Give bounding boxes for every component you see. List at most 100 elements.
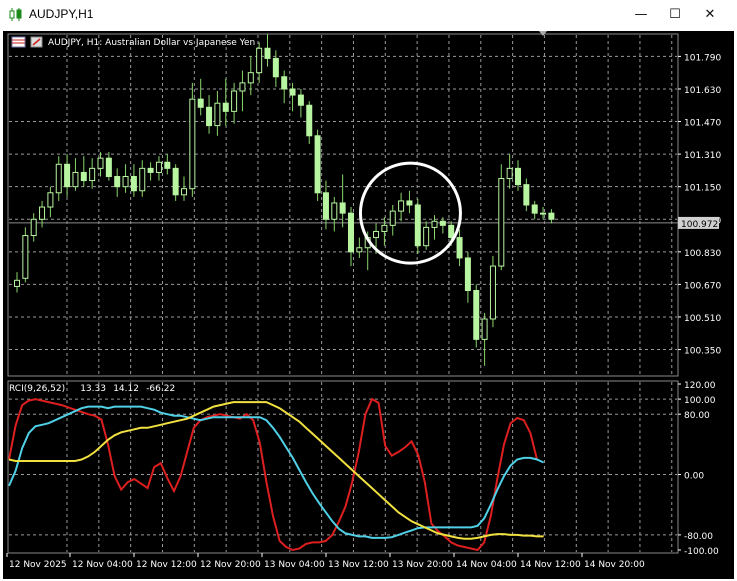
candle bbox=[189, 98, 196, 190]
candle bbox=[155, 161, 162, 173]
time-axis-label: 12 Nov 20:00 bbox=[200, 560, 261, 570]
price-axis-label: 100.510 bbox=[684, 314, 721, 324]
minimize-icon: — bbox=[634, 7, 648, 22]
candle bbox=[456, 237, 463, 259]
candle bbox=[431, 220, 438, 228]
annotation-circle bbox=[358, 161, 462, 265]
candle bbox=[64, 163, 71, 188]
time-axis-label: 12 Nov 04:00 bbox=[72, 560, 133, 570]
candle bbox=[498, 178, 505, 267]
candle bbox=[331, 202, 338, 220]
time-axis-label: 14 Nov 04:00 bbox=[456, 560, 517, 570]
candle bbox=[506, 167, 513, 180]
candle bbox=[489, 265, 496, 320]
candle bbox=[356, 247, 363, 253]
rci-long-line bbox=[8, 401, 544, 540]
close-button[interactable]: ✕ bbox=[697, 5, 723, 25]
current-price-label: 100.972 bbox=[681, 220, 718, 230]
candle bbox=[55, 163, 62, 194]
chart-area[interactable]: 101.790 101.630 101.470 101.310 101.150 100.9… bbox=[3, 31, 734, 579]
candle bbox=[306, 104, 313, 137]
candle bbox=[164, 161, 171, 169]
maximize-button[interactable]: ☐ bbox=[662, 5, 688, 25]
candle bbox=[314, 135, 321, 194]
price-axis-label: 100.350 bbox=[684, 347, 721, 357]
candle bbox=[289, 88, 296, 96]
candle bbox=[22, 235, 29, 279]
time-axis-label: 13 Nov 20:00 bbox=[392, 560, 453, 570]
candle bbox=[389, 210, 396, 226]
candle bbox=[80, 171, 87, 182]
candle bbox=[339, 202, 346, 214]
candle bbox=[348, 212, 354, 253]
price-axis-label: 101.150 bbox=[684, 184, 721, 194]
rci-header-value: -66.22 bbox=[146, 384, 175, 394]
candle bbox=[130, 176, 137, 192]
symbol-flag-icon bbox=[11, 36, 26, 48]
candle bbox=[206, 106, 213, 127]
candle bbox=[231, 90, 238, 112]
rci-header-value: 13.33 bbox=[80, 384, 106, 394]
chart-symbol-header: AUDJPY, H1: Australian Dollar vs Japanes… bbox=[48, 38, 255, 48]
candle bbox=[72, 171, 79, 188]
candle bbox=[322, 192, 329, 220]
candle bbox=[531, 204, 538, 214]
candle bbox=[114, 176, 121, 188]
price-axis-label: 101.630 bbox=[684, 86, 721, 96]
rci-axis-label: -80.00 bbox=[684, 532, 713, 542]
title-bar[interactable]: AUDJPY,H1 — ☐ ✕ bbox=[0, 0, 737, 31]
time-axis-label: 12 Nov 2025 bbox=[9, 560, 67, 570]
candle bbox=[97, 157, 104, 169]
candle bbox=[423, 226, 430, 247]
candle bbox=[398, 200, 405, 212]
candle bbox=[406, 200, 413, 206]
candle bbox=[222, 102, 229, 112]
price-axis-label: 101.470 bbox=[684, 119, 721, 129]
candle bbox=[281, 76, 288, 90]
terminal-window: AUDJPY,H1 — ☐ ✕ 101.790 101.630 101.470 101… bbox=[0, 0, 737, 581]
time-axis-label: 13 Nov 04:00 bbox=[264, 560, 325, 570]
candle bbox=[139, 167, 146, 192]
rci-axis-label: 100.00 bbox=[684, 396, 716, 406]
candle bbox=[272, 57, 279, 78]
candle bbox=[172, 167, 179, 196]
candle bbox=[105, 157, 112, 178]
candle bbox=[381, 224, 388, 232]
rci-axis-label: 80.00 bbox=[684, 411, 710, 421]
chart-canvas[interactable]: 101.790 101.630 101.470 101.310 101.150 100.9… bbox=[3, 31, 734, 579]
price-axis-label: 101.790 bbox=[684, 53, 721, 63]
candle bbox=[14, 279, 20, 287]
candle bbox=[47, 192, 54, 208]
rci-axis-label: 0.00 bbox=[684, 472, 704, 482]
candle bbox=[523, 184, 530, 206]
window-title: AUDJPY,H1 bbox=[29, 7, 94, 21]
time-axis-label: 14 Nov 12:00 bbox=[520, 560, 581, 570]
price-axis-label: 100.830 bbox=[684, 249, 721, 259]
candle bbox=[89, 167, 96, 182]
price-axis-label: 100.670 bbox=[684, 281, 721, 291]
candle bbox=[39, 206, 46, 220]
candle bbox=[473, 290, 480, 340]
candle bbox=[481, 318, 488, 340]
candle bbox=[197, 98, 204, 108]
candle bbox=[214, 102, 221, 127]
candle bbox=[540, 212, 547, 215]
rci-panel-frame bbox=[7, 380, 679, 554]
candle bbox=[414, 204, 421, 247]
candle bbox=[181, 188, 187, 196]
time-axis-label: 14 Nov 20:00 bbox=[584, 560, 645, 570]
minimize-button[interactable]: — bbox=[628, 5, 654, 25]
candle bbox=[297, 94, 304, 106]
candle bbox=[147, 167, 154, 173]
rci-middle-line bbox=[8, 405, 545, 539]
candle bbox=[30, 218, 37, 237]
maximize-icon: ☐ bbox=[669, 7, 681, 22]
candle bbox=[239, 82, 246, 92]
candle bbox=[448, 224, 455, 239]
candle bbox=[122, 176, 129, 188]
time-axis-label: 13 Nov 12:00 bbox=[328, 560, 389, 570]
candle bbox=[515, 167, 521, 186]
candle bbox=[548, 212, 555, 220]
rci-axis-label: 120.00 bbox=[684, 381, 716, 391]
rci-header-name: RCI(9,26,52) bbox=[9, 384, 65, 394]
